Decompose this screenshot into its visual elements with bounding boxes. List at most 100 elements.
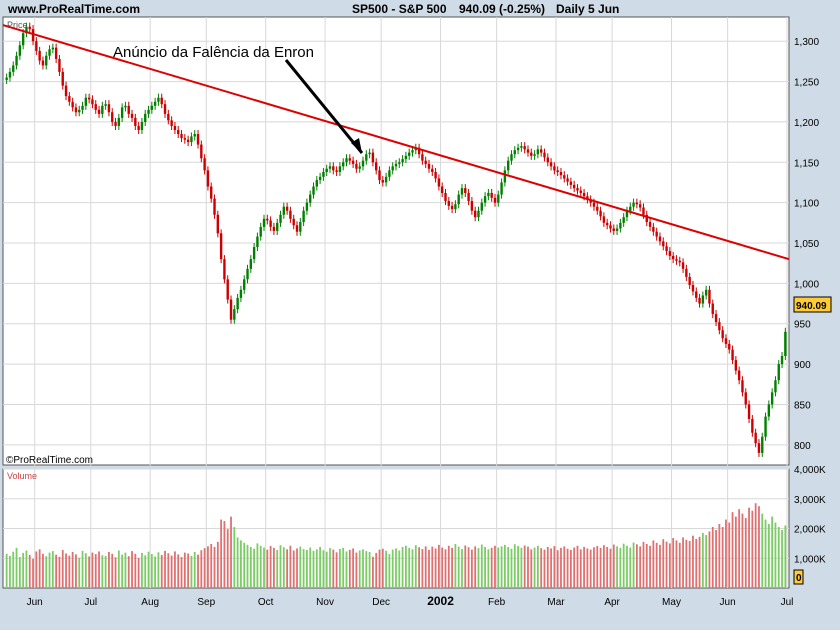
price-tick-label: 1,050 bbox=[794, 239, 819, 250]
volume-bar bbox=[543, 549, 546, 588]
volume-bar bbox=[249, 546, 252, 588]
volume-bar bbox=[253, 548, 256, 588]
volume-bar bbox=[546, 546, 549, 588]
volume-bar bbox=[240, 540, 242, 588]
volume-bar bbox=[177, 554, 180, 588]
price-tick-label: 1,000 bbox=[794, 279, 819, 290]
volume-bar bbox=[335, 552, 338, 588]
volume-bar bbox=[309, 547, 312, 588]
volume-bar bbox=[144, 555, 147, 588]
volume-bar bbox=[358, 550, 361, 588]
volume-bar bbox=[292, 550, 295, 588]
volume-bar bbox=[428, 549, 430, 588]
volume-bar bbox=[385, 550, 388, 588]
volume-bar bbox=[609, 548, 612, 588]
volume-bar bbox=[236, 537, 239, 588]
volume-bar bbox=[170, 555, 173, 588]
volume-bar bbox=[38, 549, 41, 588]
volume-bar bbox=[18, 557, 21, 588]
volume-bar bbox=[154, 556, 157, 588]
volume-bar bbox=[127, 556, 130, 588]
volume-bar bbox=[556, 550, 559, 588]
volume-bar bbox=[589, 549, 592, 588]
volume-bar bbox=[111, 553, 114, 588]
volume-bar bbox=[668, 543, 671, 588]
volume-bar bbox=[312, 550, 315, 588]
volume-bar bbox=[777, 527, 780, 588]
volume-bar bbox=[117, 550, 120, 588]
price-tick-label: 850 bbox=[794, 400, 811, 411]
volume-bar bbox=[322, 550, 325, 588]
volume-bar bbox=[741, 513, 744, 588]
volume-bar bbox=[474, 546, 477, 588]
volume-bar bbox=[223, 521, 226, 588]
price-tick-label: 1,300 bbox=[794, 37, 819, 48]
volume-bar bbox=[296, 548, 298, 588]
chart-canvas[interactable]: Anúncio da Falência da Enron Price Volum… bbox=[0, 0, 840, 630]
time-axis: Jun Jul Aug Sep Oct Nov Dec 2002 Feb Mar Apr May Jun… bbox=[27, 594, 794, 608]
volume-bar bbox=[286, 549, 289, 588]
volume-bar bbox=[431, 546, 434, 588]
volume-bar bbox=[437, 544, 440, 588]
volume-bar bbox=[362, 549, 364, 588]
volume-panel-label: Volume bbox=[7, 471, 37, 481]
volume-bar bbox=[42, 553, 44, 588]
volume-bar bbox=[698, 536, 701, 588]
price-axis: 1,300 1,250 1,200 1,150 1,100 1,050 1,000 950 90… bbox=[794, 37, 819, 452]
volume-bar bbox=[345, 551, 348, 588]
volume-bar bbox=[91, 552, 94, 588]
month-tick-label: Jun bbox=[27, 597, 43, 608]
volume-bar bbox=[342, 547, 345, 588]
volume-bar bbox=[22, 552, 25, 588]
month-tick-label: 2002 bbox=[427, 594, 454, 608]
volume-bar bbox=[51, 551, 54, 588]
volume-bar bbox=[306, 549, 308, 588]
volume-bar bbox=[220, 519, 223, 588]
volume-bar bbox=[599, 547, 602, 588]
volume-bar bbox=[579, 549, 582, 588]
volume-bar bbox=[675, 540, 678, 588]
volume-bar bbox=[71, 552, 74, 588]
month-tick-label: Sep bbox=[197, 597, 215, 608]
volume-bar bbox=[510, 548, 513, 588]
volume-bar bbox=[157, 552, 160, 588]
volume-bar bbox=[418, 547, 420, 588]
volume-bar bbox=[616, 546, 618, 588]
price-tick-label: 800 bbox=[794, 441, 811, 452]
volume-bar bbox=[728, 522, 731, 588]
volume-bar bbox=[243, 542, 246, 588]
volume-bar bbox=[372, 556, 374, 588]
volume-bar bbox=[467, 547, 470, 588]
volume-bar bbox=[553, 546, 556, 588]
volume-bar bbox=[68, 555, 71, 588]
volume-bar bbox=[781, 529, 783, 588]
volume-bar bbox=[315, 549, 318, 588]
volume-bar bbox=[398, 550, 401, 588]
volume-bar bbox=[226, 529, 229, 588]
volume-bar bbox=[352, 548, 355, 588]
volume-bar bbox=[758, 506, 760, 588]
volume-bar bbox=[98, 551, 100, 588]
volume-bar bbox=[368, 552, 371, 588]
volume-bar bbox=[711, 527, 714, 588]
volume-bar bbox=[734, 516, 737, 588]
candle bbox=[784, 327, 787, 361]
volume-bar bbox=[738, 509, 741, 588]
volume-axis: 4,000K 3,000K 2,000K 1,000K bbox=[794, 465, 826, 565]
volume-bar bbox=[569, 549, 572, 588]
candle bbox=[764, 412, 767, 441]
volume-bar bbox=[560, 547, 562, 588]
volume-bar bbox=[523, 545, 526, 588]
candle bbox=[229, 295, 233, 324]
price-tick-label: 900 bbox=[794, 360, 811, 371]
volume-bar bbox=[444, 549, 447, 588]
price-tick-label: 1,100 bbox=[794, 199, 819, 210]
volume-bar bbox=[332, 549, 335, 588]
volume-bar bbox=[622, 543, 625, 588]
volume-bar bbox=[210, 543, 213, 588]
volume-bar bbox=[659, 544, 661, 588]
volume-bar bbox=[81, 550, 84, 588]
volume-bar bbox=[414, 545, 417, 588]
volume-bar bbox=[339, 549, 341, 588]
volume-bar bbox=[25, 550, 28, 588]
